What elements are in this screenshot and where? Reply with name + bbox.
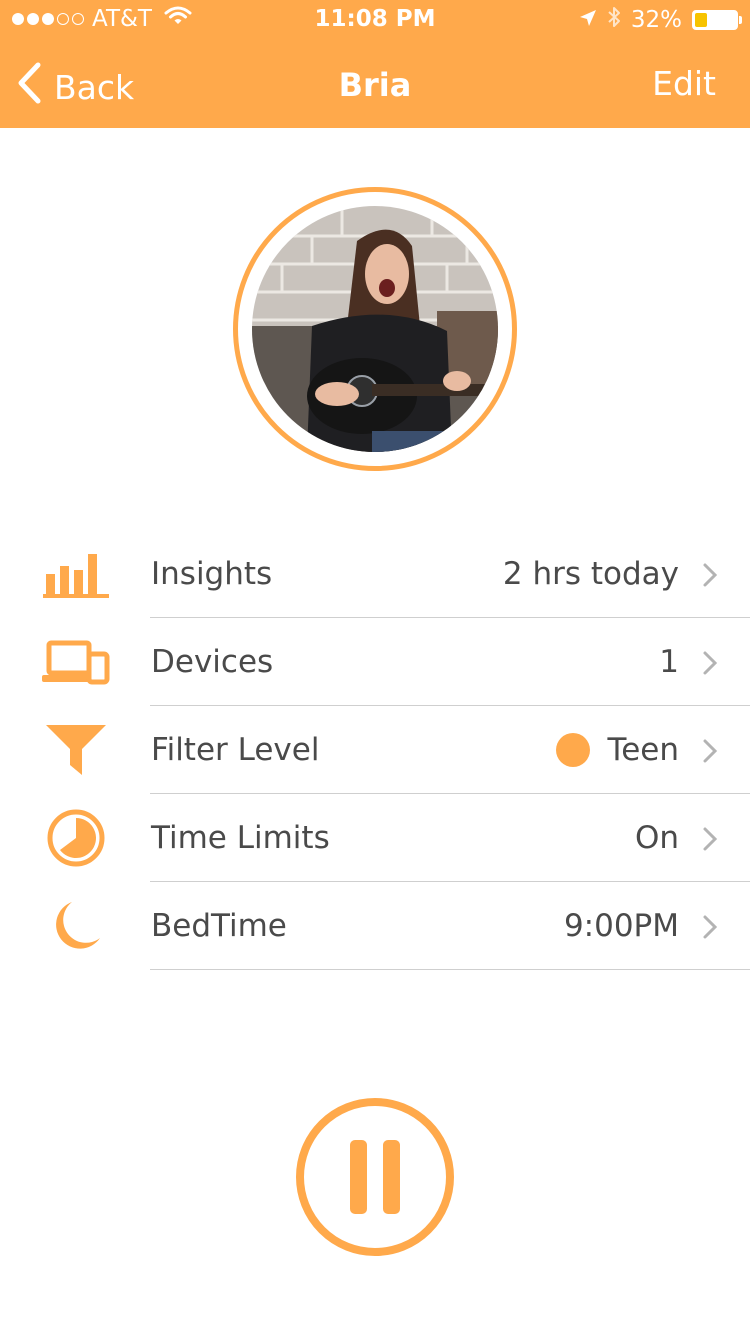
- chevron-right-icon: [702, 650, 718, 680]
- row-value: Teen: [607, 732, 679, 768]
- page-title: Bria: [338, 66, 412, 104]
- row-insights[interactable]: Insights 2 hrs today: [0, 530, 750, 618]
- devices-icon: [40, 632, 112, 692]
- location-arrow-icon: [579, 7, 597, 33]
- status-right: 32%: [579, 6, 742, 34]
- battery-icon: [692, 10, 742, 30]
- moon-icon: [40, 896, 112, 956]
- bluetooth-icon: [607, 6, 621, 34]
- row-time-limits[interactable]: Time Limits On: [0, 794, 750, 882]
- profile-photo: [252, 206, 498, 452]
- avatar[interactable]: [233, 187, 517, 471]
- bar-chart-icon: [40, 544, 112, 604]
- row-label: Filter Level: [151, 732, 320, 768]
- row-label: Time Limits: [151, 820, 330, 856]
- chevron-right-icon: [702, 914, 718, 944]
- edit-button[interactable]: Edit: [652, 64, 716, 103]
- row-label: Insights: [151, 556, 273, 592]
- battery-percent: 32%: [630, 7, 682, 33]
- status-bar: AT&T 11:08 PM 32%: [0, 0, 750, 40]
- row-value: On: [634, 820, 679, 856]
- row-devices[interactable]: Devices 1: [0, 618, 750, 706]
- row-bedtime[interactable]: BedTime 9:00PM: [0, 882, 750, 970]
- chevron-right-icon: [702, 738, 718, 768]
- filter-icon: [40, 720, 112, 780]
- row-value: 2 hrs today: [502, 556, 679, 592]
- settings-list: Insights 2 hrs today Devices 1 Filter Le…: [0, 530, 750, 970]
- row-filter-level[interactable]: Filter Level Teen: [0, 706, 750, 794]
- pause-icon: [296, 1098, 454, 1256]
- pause-button[interactable]: [295, 1097, 455, 1257]
- row-value-wrapper: Teen: [555, 732, 679, 768]
- row-label: BedTime: [151, 908, 287, 944]
- clock-icon: [40, 808, 112, 868]
- chevron-right-icon: [702, 562, 718, 592]
- filter-level-dot-icon: [555, 733, 590, 767]
- row-divider: [150, 969, 750, 970]
- chevron-right-icon: [702, 826, 718, 856]
- row-value: 1: [659, 644, 679, 680]
- header: AT&T 11:08 PM 32% Back Bria Edit: [0, 0, 750, 128]
- row-label: Devices: [151, 644, 274, 680]
- row-value: 9:00PM: [563, 908, 679, 944]
